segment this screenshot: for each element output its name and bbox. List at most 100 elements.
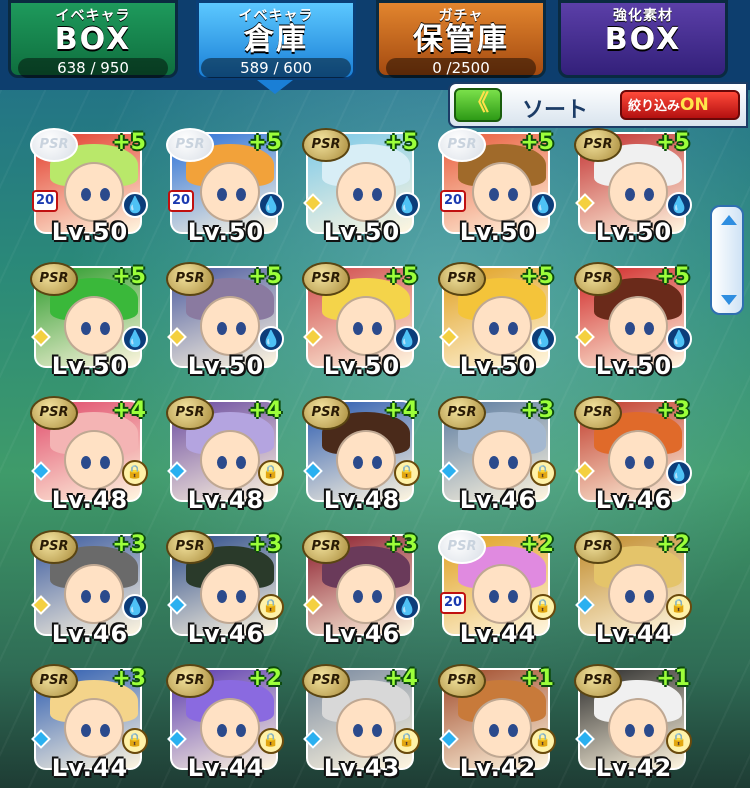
character-eye	[236, 590, 246, 603]
rarity-badge: PSR	[30, 128, 78, 162]
character-eye	[625, 456, 635, 469]
character-face	[200, 162, 260, 222]
tab-material-box-title: BOX	[604, 22, 682, 57]
character-eye	[508, 322, 518, 335]
character-eye	[217, 590, 227, 603]
level-label: Lv.43	[323, 754, 401, 782]
level-label: Lv.50	[323, 218, 401, 246]
level-label: Lv.42	[595, 754, 673, 782]
character-face	[200, 430, 260, 490]
character-eye	[353, 590, 363, 603]
tab-material-box[interactable]: 強化素材 BOX	[558, 0, 728, 78]
filter-button[interactable]: 絞り込みON	[620, 90, 740, 120]
character-card[interactable]: PSR +3 💧 Lv.46	[302, 530, 420, 650]
character-eye	[644, 188, 654, 201]
level-label: Lv.46	[323, 620, 401, 648]
tab-event-storage-title: 倉庫	[244, 22, 308, 57]
character-card[interactable]: PSR +1 🔒 Lv.42	[574, 664, 692, 784]
bonus-plus: +3	[384, 532, 418, 557]
bonus-plus: +1	[656, 666, 690, 691]
scrollbar[interactable]	[710, 205, 744, 315]
character-card[interactable]: PSR +2 🔒 Lv.44	[574, 530, 692, 650]
tab-event-box[interactable]: イベキャラ BOX 638 / 950	[8, 0, 178, 78]
rarity-badge: PSR	[574, 664, 622, 698]
character-card[interactable]: PSR +3 💧 Lv.46	[574, 396, 692, 516]
sort-toggle-button[interactable]: 《	[454, 88, 502, 122]
character-face	[608, 564, 668, 624]
tab-event-storage[interactable]: イベキャラ 倉庫 589 / 600	[196, 0, 356, 80]
event-tag: 20	[440, 190, 466, 212]
sort-label: ソート	[522, 98, 589, 123]
character-eye	[217, 188, 227, 201]
character-card[interactable]: PSR +5 💧 Lv.50	[438, 262, 556, 382]
character-card[interactable]: PSR +3 🔒 Lv.44	[30, 664, 148, 784]
character-eye	[81, 188, 91, 201]
rarity-badge: PSR	[302, 262, 350, 296]
character-card[interactable]: PSR +5 20 💧 Lv.50	[438, 128, 556, 248]
drop-icon: 💧	[530, 192, 556, 218]
level-label: Lv.46	[595, 486, 673, 514]
bonus-plus: +1	[520, 666, 554, 691]
level-label: Lv.44	[595, 620, 673, 648]
character-eye	[625, 322, 635, 335]
lock-icon: 🔒	[530, 460, 556, 486]
sort-bar: 《 ソート 絞り込みON	[448, 82, 748, 128]
level-label: Lv.50	[459, 218, 537, 246]
bonus-plus: +4	[112, 398, 146, 423]
rarity-badge: PSR	[438, 396, 486, 430]
filter-state: ON	[680, 95, 709, 115]
bonus-plus: +5	[112, 264, 146, 289]
character-eye	[81, 724, 91, 737]
character-card[interactable]: PSR +4 🔒 Lv.48	[302, 396, 420, 516]
tab-gacha-vault[interactable]: ガチャ 保管庫 0 /2500	[376, 0, 546, 78]
character-card[interactable]: PSR +5 💧 Lv.50	[302, 262, 420, 382]
rarity-badge: PSR	[166, 396, 214, 430]
bonus-plus: +3	[112, 666, 146, 691]
character-card[interactable]: PSR +4 🔒 Lv.48	[166, 396, 284, 516]
character-face	[472, 430, 532, 490]
character-eye	[508, 456, 518, 469]
level-label: Lv.44	[51, 754, 129, 782]
character-eye	[217, 456, 227, 469]
character-card[interactable]: PSR +3 💧 Lv.46	[30, 530, 148, 650]
character-card[interactable]: PSR +2 20 🔒 Lv.44	[438, 530, 556, 650]
character-card[interactable]: PSR +5 💧 Lv.50	[302, 128, 420, 248]
character-card[interactable]: PSR +5 💧 Lv.50	[166, 262, 284, 382]
character-card[interactable]: PSR +5 💧 Lv.50	[30, 262, 148, 382]
rarity-badge: PSR	[574, 396, 622, 430]
level-label: Lv.50	[51, 352, 129, 380]
lock-icon: 🔒	[530, 728, 556, 754]
bonus-plus: +5	[112, 130, 146, 155]
tab-event-storage-count: 589 / 600	[201, 58, 351, 78]
rarity-badge: PSR	[166, 664, 214, 698]
character-eye	[644, 724, 654, 737]
level-label: Lv.50	[323, 352, 401, 380]
character-face	[472, 162, 532, 222]
character-card[interactable]: PSR +5 💧 Lv.50	[574, 128, 692, 248]
character-card[interactable]: PSR +4 🔒 Lv.48	[30, 396, 148, 516]
character-eye	[353, 322, 363, 335]
filter-label: 絞り込み	[628, 99, 681, 114]
tab-event-box-count: 638 / 950	[18, 58, 168, 78]
rarity-badge: PSR	[574, 128, 622, 162]
rarity-badge: PSR	[574, 530, 622, 564]
rarity-badge: PSR	[438, 664, 486, 698]
scroll-down-icon[interactable]	[721, 295, 737, 305]
drop-icon: 💧	[122, 192, 148, 218]
character-card[interactable]: PSR +2 🔒 Lv.44	[166, 664, 284, 784]
character-card[interactable]: PSR +3 🔒 Lv.46	[438, 396, 556, 516]
rarity-badge: PSR	[30, 530, 78, 564]
character-card[interactable]: PSR +1 🔒 Lv.42	[438, 664, 556, 784]
character-face	[64, 296, 124, 356]
character-card[interactable]: PSR +5 20 💧 Lv.50	[166, 128, 284, 248]
level-label: Lv.46	[187, 620, 265, 648]
scroll-up-icon[interactable]	[721, 215, 737, 225]
character-card[interactable]: PSR +5 💧 Lv.50	[574, 262, 692, 382]
level-label: Lv.44	[459, 620, 537, 648]
character-card[interactable]: PSR +5 20 💧 Lv.50	[30, 128, 148, 248]
character-face	[64, 564, 124, 624]
character-card[interactable]: PSR +3 🔒 Lv.46	[166, 530, 284, 650]
character-eye	[625, 724, 635, 737]
character-card[interactable]: PSR +4 🔒 Lv.43	[302, 664, 420, 784]
lock-icon: 🔒	[530, 594, 556, 620]
